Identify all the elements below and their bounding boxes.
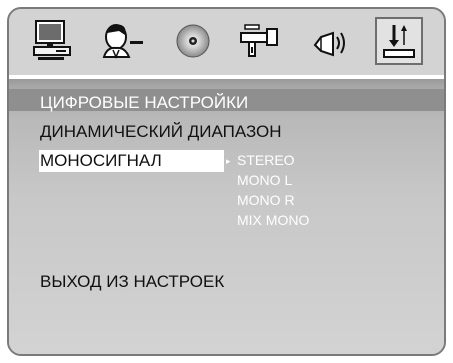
disc-icon[interactable] [169, 17, 217, 65]
option-mono-l[interactable]: MONO L [237, 171, 292, 189]
icon-toolbar [9, 9, 444, 75]
settings-menu: ЦИФРОВЫЕ НАСТРОЙКИ ДИНАМИЧЕСКИЙ ДИАПАЗОН… [9, 79, 444, 354]
settings-screen: ЦИФРОВЫЕ НАСТРОЙКИ ДИНАМИЧЕСКИЙ ДИАПАЗОН… [7, 7, 446, 356]
selected-option-arrow-icon: ▸ [226, 156, 231, 166]
camera-icon[interactable] [237, 17, 285, 65]
menu-item-dynamic-range[interactable]: ДИНАМИЧЕСКИЙ ДИАПАЗОН [40, 122, 282, 142]
menu-item-mono-signal[interactable]: МОНОСИГНАЛ [40, 151, 162, 171]
option-stereo[interactable]: STEREO [237, 151, 295, 169]
person-icon[interactable] [99, 17, 147, 65]
option-mono-r[interactable]: MONO R [237, 191, 295, 209]
monitor-icon[interactable] [30, 17, 78, 65]
menu-item-digital-settings[interactable]: ЦИФРОВЫЕ НАСТРОЙКИ [40, 93, 248, 113]
speaker-icon[interactable] [307, 17, 355, 65]
option-mix-mono[interactable]: MIX MONO [237, 211, 309, 229]
sort-arrows-icon[interactable] [375, 17, 423, 65]
menu-item-exit[interactable]: ВЫХОД ИЗ НАСТРОЕК [40, 272, 224, 292]
